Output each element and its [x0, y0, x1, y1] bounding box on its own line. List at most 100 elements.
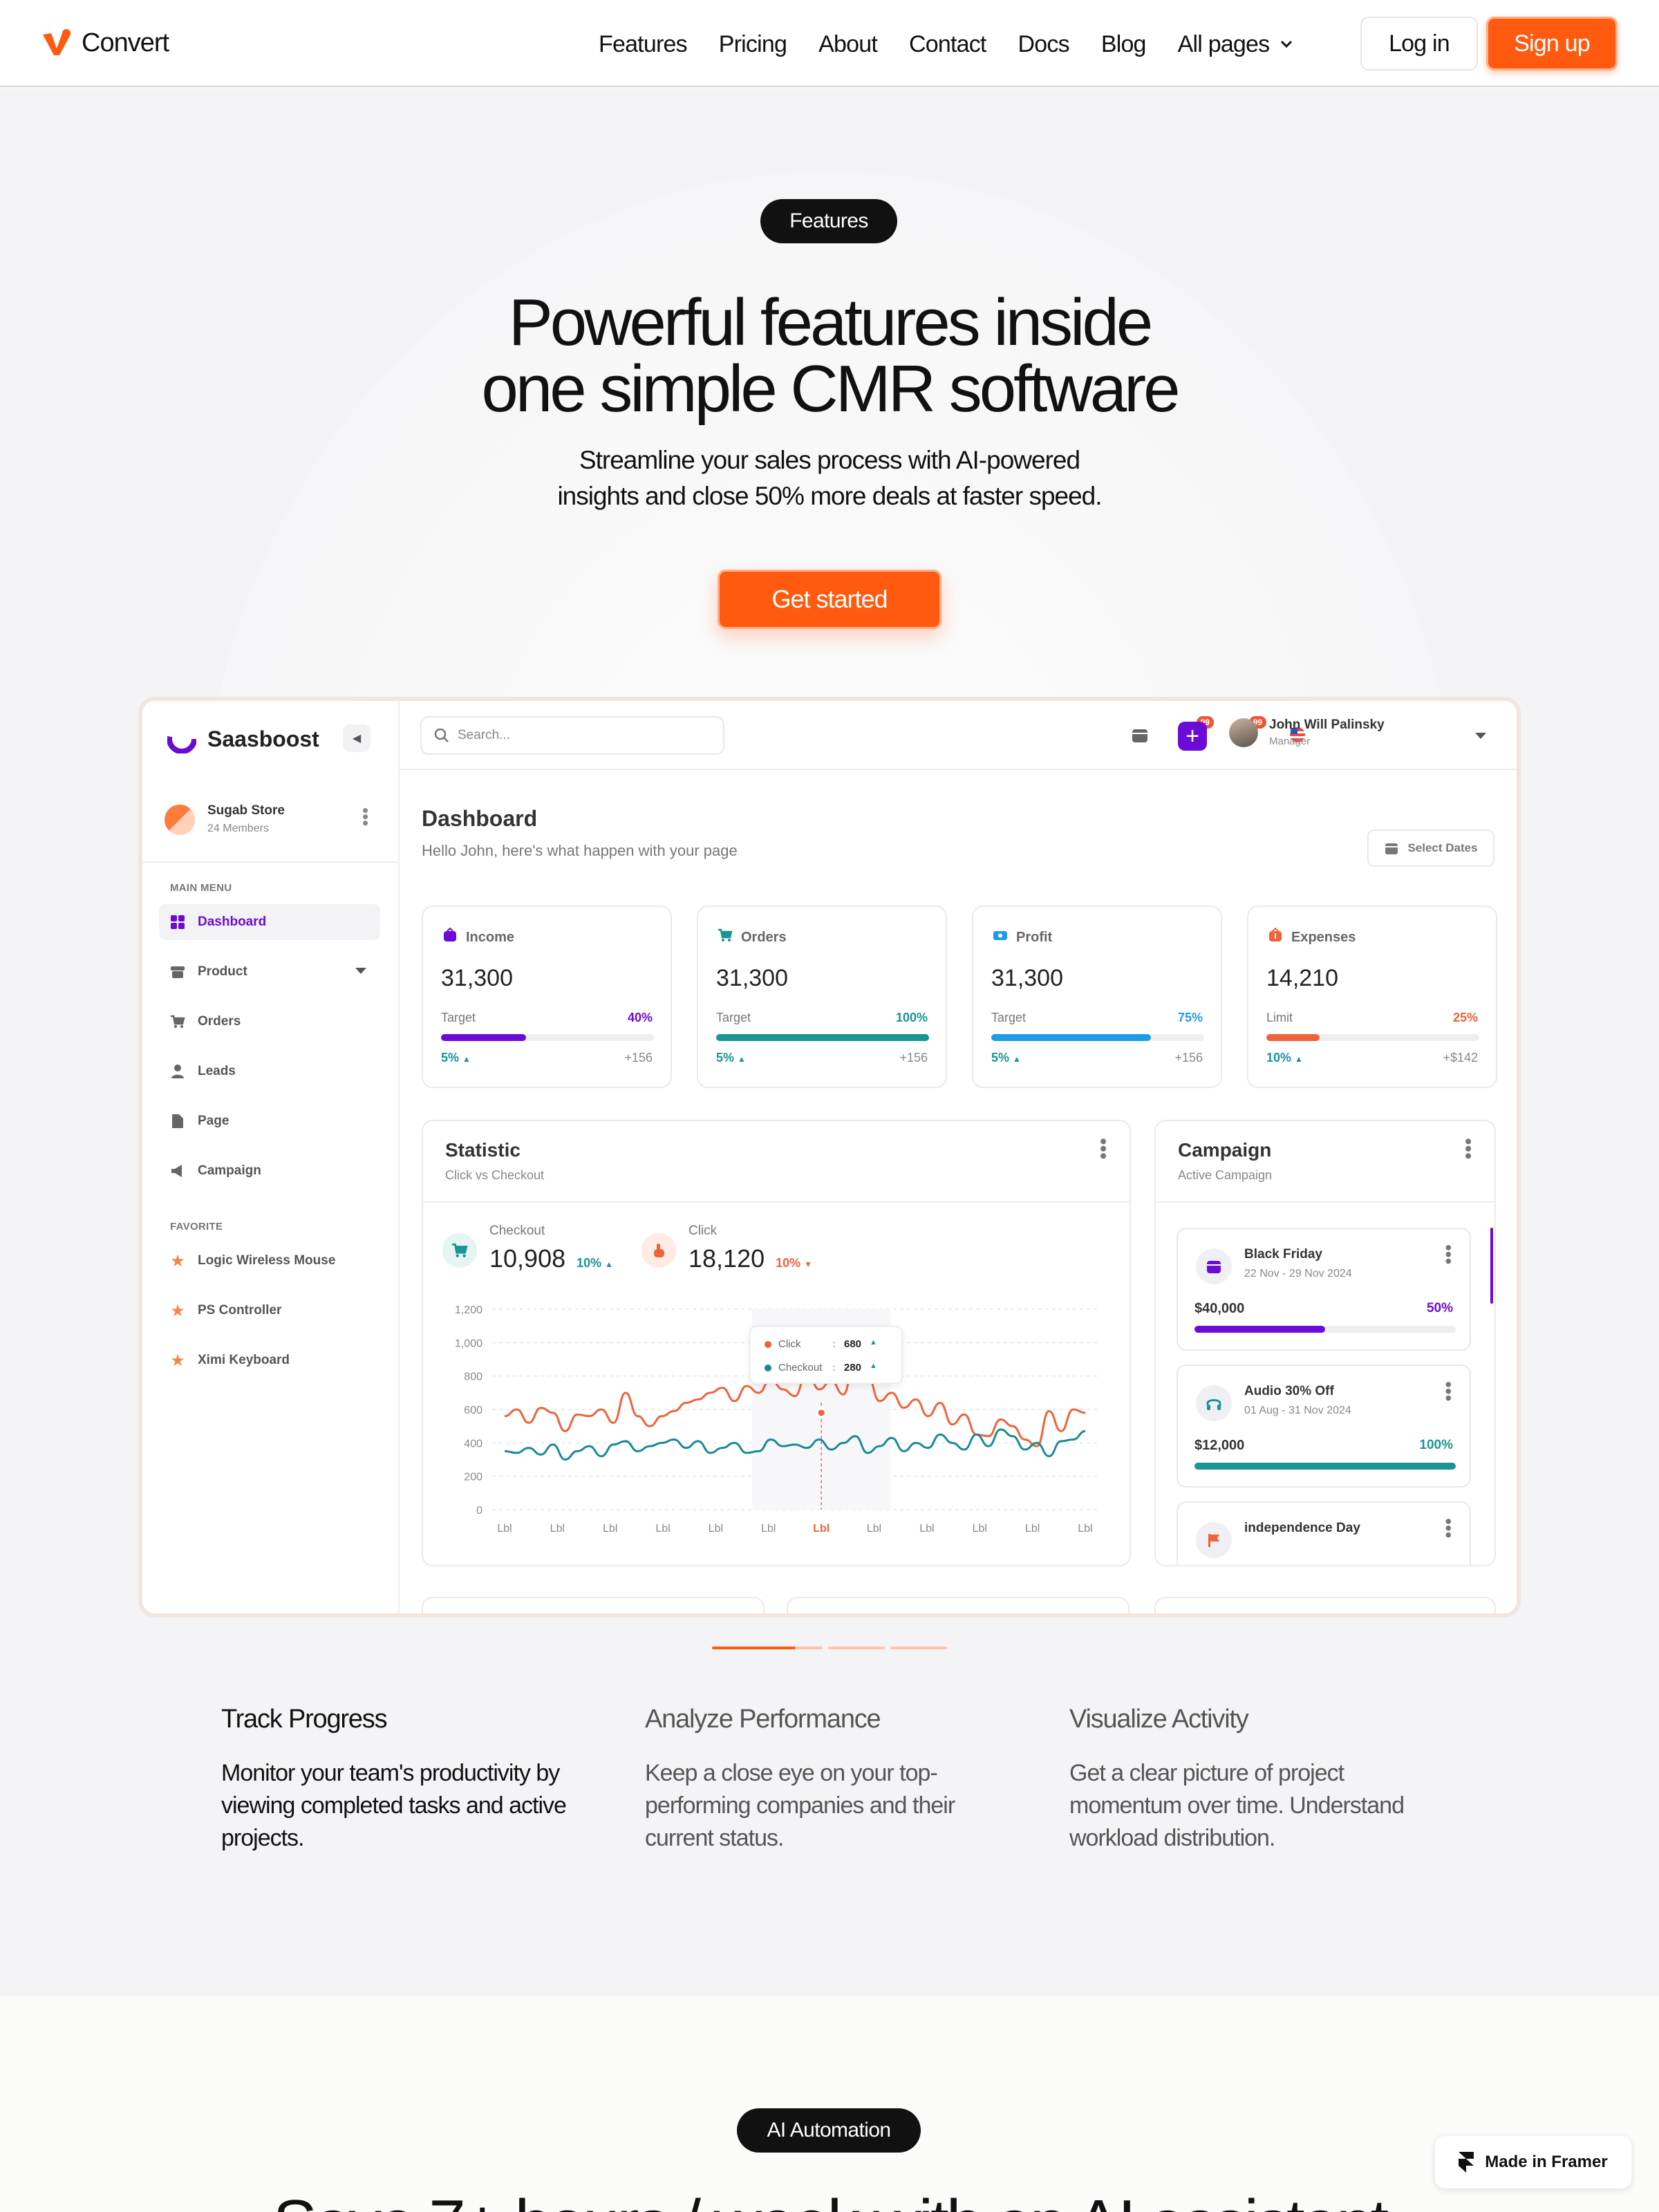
star-icon: ★	[170, 1301, 185, 1320]
nav-link-contact[interactable]: Contact	[909, 26, 986, 62]
tooltip-value: 680	[844, 1338, 862, 1350]
x-tick-label: Lbl	[867, 1523, 881, 1535]
pager-indicator-active[interactable]	[712, 1647, 823, 1649]
sidebar-item-orders[interactable]: Orders	[159, 1004, 380, 1040]
more-vertical-icon[interactable]: •••	[1438, 1244, 1459, 1264]
progress-fill	[716, 1034, 929, 1041]
receipt-icon	[1268, 927, 1283, 947]
app-brand-name: Saasboost	[207, 726, 319, 751]
card-title: Expenses	[1291, 929, 1356, 945]
search-placeholder: Search...	[458, 728, 511, 742]
framer-badge-label: Made in Framer	[1485, 2153, 1608, 2171]
calendar-icon	[1385, 843, 1398, 854]
section2-title: Save 7+ hours / week with an AI assistan…	[0, 2190, 1659, 2212]
store-switcher[interactable]: Sugab Store 24 Members •••	[165, 798, 377, 846]
card-growth: 5% ▲	[991, 1051, 1021, 1065]
more-vertical-icon[interactable]: •••	[1456, 1138, 1479, 1160]
signup-button[interactable]: Sign up	[1486, 17, 1618, 71]
nav-link-pricing[interactable]: Pricing	[719, 26, 787, 62]
y-tick-label: 200	[464, 1472, 482, 1483]
favorite-item[interactable]: ★ Logic Wireless Mouse	[159, 1243, 380, 1279]
cart-icon	[718, 928, 733, 947]
flag-icon	[1196, 1522, 1232, 1558]
feature-title: Track Progress	[221, 1705, 388, 1734]
x-tick-label: Lbl	[973, 1523, 987, 1535]
pager-indicator[interactable]	[828, 1647, 885, 1649]
card-value: 14,210	[1266, 965, 1338, 991]
star-icon: ★	[170, 1251, 185, 1271]
get-started-button[interactable]: Get started	[718, 570, 941, 629]
hero-title-line1: Powerful features inside	[508, 285, 1154, 359]
grid-icon	[170, 915, 185, 930]
feature-track-progress[interactable]: Track Progress Monitor your team's produ…	[221, 1702, 594, 1855]
campaign-amount: $40,000	[1194, 1301, 1245, 1316]
card-growth: 10% ▲	[1266, 1051, 1303, 1065]
card-percent: 25%	[1452, 1011, 1478, 1024]
profit-card: Profit 31,300 Target 75% 5% ▲ +156	[972, 906, 1222, 1088]
x-tick-label: Lbl	[497, 1523, 512, 1535]
made-in-framer-badge[interactable]: Made in Framer	[1435, 2136, 1631, 2188]
cart-icon	[170, 1014, 185, 1029]
more-vertical-icon[interactable]: •••	[1438, 1518, 1459, 1538]
avatar	[1229, 718, 1258, 747]
more-vertical-icon[interactable]: •••	[355, 807, 376, 826]
card-growth: 5% ▲	[441, 1051, 471, 1065]
feature-analyze-performance[interactable]: Analyze Performance Keep a close eye on …	[645, 1702, 1018, 1855]
nav-all-pages-dropdown[interactable]: All pages	[1178, 26, 1296, 62]
search-input[interactable]: Search...	[420, 716, 724, 755]
search-icon	[434, 728, 449, 742]
convert-logo-icon	[43, 29, 71, 55]
chevron-down-icon[interactable]	[1475, 733, 1486, 739]
arrow-up-icon: ▲	[1013, 1054, 1021, 1064]
x-tick-label: Lbl	[655, 1523, 670, 1535]
favorite-item[interactable]: ★ Ximi Keyboard	[159, 1342, 380, 1378]
card-delta: +156	[624, 1051, 653, 1065]
click-dot-icon	[765, 1340, 771, 1348]
nav-link-docs[interactable]: Docs	[1018, 26, 1070, 62]
select-dates-button[interactable]: Select Dates	[1367, 830, 1494, 867]
card-value: 31,300	[991, 965, 1063, 991]
x-tick-label: Lbl	[761, 1523, 776, 1535]
card-label: Target	[441, 1011, 476, 1024]
card-delta: +156	[899, 1051, 928, 1065]
nav-link-blog[interactable]: Blog	[1101, 26, 1147, 62]
sidebar-item-label: Leads	[198, 1064, 236, 1078]
user-icon	[170, 1064, 185, 1079]
nav-link-features[interactable]: Features	[599, 26, 688, 62]
tooltip-click-value: :680 ▲	[832, 1338, 877, 1350]
megaphone-icon	[170, 1163, 185, 1179]
favorite-item[interactable]: ★ PS Controller	[159, 1293, 380, 1329]
feature-visualize-activity[interactable]: Visualize Activity Get a clear picture o…	[1069, 1702, 1443, 1855]
app-main: Search... 99 99 + John Will Palinsky Man…	[400, 701, 1517, 1613]
card-label: Target	[991, 1011, 1027, 1024]
add-button[interactable]: +	[1178, 722, 1207, 751]
y-tick-label: 400	[464, 1438, 482, 1450]
login-button[interactable]: Log in	[1360, 17, 1478, 71]
sidebar-item-campaign[interactable]: Campaign	[159, 1153, 380, 1189]
sidebar-item-page[interactable]: Page	[159, 1103, 380, 1139]
campaign-item[interactable]: Black Friday 22 Nov - 29 Nov 2024 ••• $4…	[1177, 1228, 1471, 1351]
brand-logo[interactable]: Convert	[41, 28, 169, 58]
campaign-item[interactable]: Audio 30% Off 01 Aug - 31 Nov 2024 ••• $…	[1177, 1365, 1471, 1488]
favorite-label: Logic Wireless Mouse	[198, 1253, 336, 1268]
card-title: Profit	[1016, 929, 1053, 945]
card-delta: +156	[1174, 1051, 1203, 1065]
more-vertical-icon[interactable]: •••	[1438, 1381, 1459, 1401]
user-menu[interactable]: John Will Palinsky Manager	[1229, 718, 1385, 747]
nav-link-about[interactable]: About	[818, 26, 878, 62]
sidebar-item-leads[interactable]: Leads	[159, 1053, 380, 1089]
tooltip-label: Checkout	[778, 1362, 823, 1374]
campaign-item[interactable]: independence Day •••	[1177, 1501, 1471, 1565]
progress-fill	[991, 1034, 1151, 1041]
sidebar-item-product[interactable]: Product	[159, 954, 380, 990]
saasboost-logo[interactable]: Saasboost	[167, 724, 319, 753]
x-tick-label: Lbl	[603, 1523, 617, 1535]
sidebar-item-dashboard[interactable]: Dashboard	[159, 904, 380, 940]
scrollbar-thumb[interactable]	[1490, 1228, 1493, 1304]
card-growth: 5% ▲	[716, 1051, 746, 1065]
expenses-card: Expenses 14,210 Limit 25% 10% ▲ +$142	[1247, 906, 1497, 1088]
wallet-icon	[442, 927, 458, 947]
collapse-sidebar-button[interactable]: ◀	[343, 724, 371, 752]
calendar-icon[interactable]	[1125, 720, 1154, 749]
pager-indicator[interactable]	[890, 1647, 947, 1649]
